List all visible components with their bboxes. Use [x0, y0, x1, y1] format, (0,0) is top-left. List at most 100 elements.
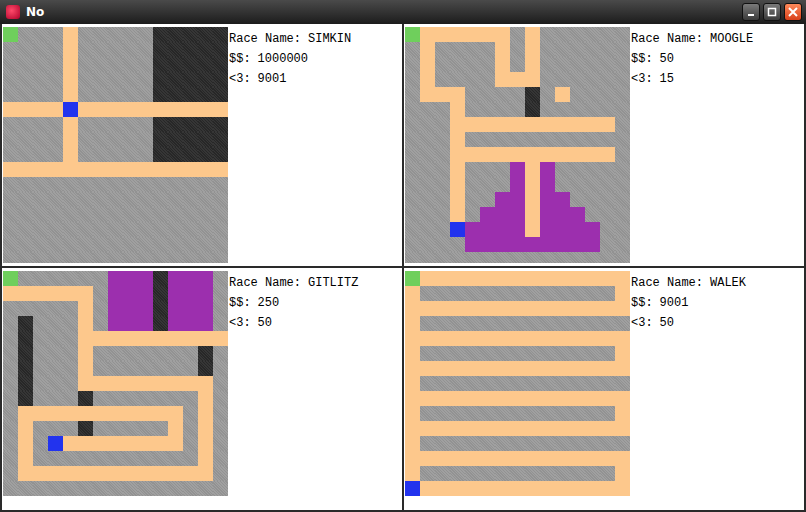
map-tile[interactable] [123, 436, 138, 451]
map-tile[interactable] [465, 286, 480, 301]
map-tile[interactable] [183, 316, 198, 331]
map-tile[interactable] [168, 162, 183, 177]
map-tile[interactable] [123, 147, 138, 162]
map-tile[interactable] [540, 27, 555, 42]
map-tile[interactable] [183, 466, 198, 481]
map-tile[interactable] [540, 451, 555, 466]
map-tile[interactable] [435, 87, 450, 102]
map-tile[interactable] [480, 132, 495, 147]
map-tile[interactable] [450, 361, 465, 376]
map-tile[interactable] [63, 72, 78, 87]
map-tile[interactable] [435, 436, 450, 451]
map-tile[interactable] [168, 42, 183, 57]
map-tile[interactable] [615, 331, 630, 346]
map-tile[interactable] [63, 87, 78, 102]
map-tile[interactable] [495, 421, 510, 436]
map-tile[interactable] [3, 87, 18, 102]
map-tile[interactable] [78, 57, 93, 72]
map-tile[interactable] [570, 252, 585, 263]
map-tile[interactable] [153, 406, 168, 421]
map-tile[interactable] [555, 466, 570, 481]
map-tile[interactable] [540, 192, 555, 207]
map-tile[interactable] [33, 376, 48, 391]
map-tile[interactable] [153, 331, 168, 346]
map-tile[interactable] [540, 102, 555, 117]
map-tile[interactable] [33, 132, 48, 147]
map-tile[interactable] [48, 391, 63, 406]
map-tile[interactable] [168, 72, 183, 87]
map-tile[interactable] [48, 27, 63, 42]
map-tile[interactable] [570, 376, 585, 391]
map-tile[interactable] [450, 252, 465, 263]
map-tile[interactable] [480, 346, 495, 361]
map-tile[interactable] [600, 346, 615, 361]
map-tile[interactable] [495, 132, 510, 147]
map-tile[interactable] [78, 406, 93, 421]
map-tile[interactable] [63, 132, 78, 147]
map-tile[interactable] [78, 451, 93, 466]
map-tile[interactable] [108, 252, 123, 263]
map-tile[interactable] [18, 286, 33, 301]
map-tile[interactable] [405, 87, 420, 102]
map-tile[interactable] [48, 421, 63, 436]
map-tile[interactable] [420, 451, 435, 466]
map-tile[interactable] [123, 237, 138, 252]
map-tile[interactable] [78, 376, 93, 391]
map-tile[interactable] [18, 406, 33, 421]
map-tile[interactable] [3, 301, 18, 316]
map-tile[interactable] [600, 361, 615, 376]
map-tile[interactable] [570, 207, 585, 222]
map-tile[interactable] [405, 481, 420, 496]
map-tile[interactable] [600, 117, 615, 132]
map-tile[interactable] [48, 466, 63, 481]
map-tile[interactable] [3, 222, 18, 237]
map-tile[interactable] [450, 301, 465, 316]
map-tile[interactable] [450, 316, 465, 331]
map-tile[interactable] [525, 102, 540, 117]
map-tile[interactable] [510, 271, 525, 286]
map-tile[interactable] [153, 27, 168, 42]
map-tile[interactable] [585, 27, 600, 42]
map-tile[interactable] [33, 102, 48, 117]
map-tile[interactable] [153, 421, 168, 436]
map-tile[interactable] [168, 87, 183, 102]
map-tile[interactable] [168, 361, 183, 376]
map-tile[interactable] [168, 252, 183, 263]
map-tile[interactable] [3, 102, 18, 117]
map-tile[interactable] [63, 406, 78, 421]
map-tile[interactable] [63, 57, 78, 72]
map-tile[interactable] [3, 117, 18, 132]
map-tile[interactable] [510, 117, 525, 132]
map-tile[interactable] [600, 222, 615, 237]
map-tile[interactable] [570, 286, 585, 301]
map-tile[interactable] [465, 87, 480, 102]
map-tile[interactable] [123, 57, 138, 72]
map-tile[interactable] [555, 421, 570, 436]
map-tile[interactable] [108, 42, 123, 57]
map-tile[interactable] [600, 72, 615, 87]
map-tile[interactable] [615, 177, 630, 192]
map-tile[interactable] [123, 42, 138, 57]
map-tile[interactable] [435, 481, 450, 496]
map-tile[interactable] [495, 87, 510, 102]
map-tile[interactable] [108, 316, 123, 331]
map-tile[interactable] [450, 102, 465, 117]
map-tile[interactable] [168, 391, 183, 406]
map-tile[interactable] [213, 117, 228, 132]
map-tile[interactable] [435, 316, 450, 331]
map-tile[interactable] [48, 222, 63, 237]
map-tile[interactable] [198, 132, 213, 147]
map-tile[interactable] [168, 451, 183, 466]
map-tile[interactable] [213, 466, 228, 481]
map-tile[interactable] [123, 376, 138, 391]
map-tile[interactable] [495, 481, 510, 496]
map-tile[interactable] [405, 451, 420, 466]
map-tile[interactable] [615, 132, 630, 147]
map-tile[interactable] [213, 346, 228, 361]
map-tile[interactable] [420, 391, 435, 406]
map-tile[interactable] [198, 316, 213, 331]
map-tile[interactable] [480, 42, 495, 57]
map-tile[interactable] [480, 361, 495, 376]
map-tile[interactable] [108, 87, 123, 102]
map-tile[interactable] [18, 301, 33, 316]
